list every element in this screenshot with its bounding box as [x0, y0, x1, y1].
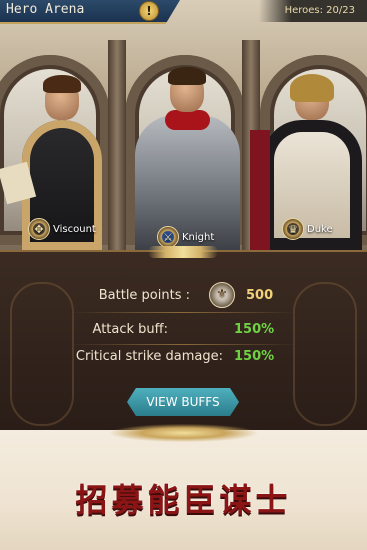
shield-icon: ⚔ — [157, 226, 179, 248]
attack-buff-row: Attack buff: 150% — [0, 318, 367, 340]
battle-points-value: 500 — [246, 287, 274, 303]
hero-name: Duke — [307, 223, 333, 235]
duke-cape — [250, 130, 270, 250]
crest-icon: ✥ — [28, 218, 50, 240]
battle-points-icon: ⚜ — [209, 282, 235, 308]
info-icon[interactable]: ! — [139, 1, 159, 21]
hero-scene: ✥ Viscount ⚔ Knight ♛ Duke — [0, 0, 367, 250]
duke-hair — [290, 74, 334, 102]
hero-name: Viscount — [53, 223, 96, 235]
battle-points-row: Battle points : 500 — [0, 284, 367, 306]
view-buffs-button[interactable]: VIEW BUFFS — [127, 388, 239, 416]
banner-ornament — [110, 424, 257, 442]
badge-viscount[interactable]: ✥ Viscount — [28, 218, 96, 240]
critical-strike-label: Critical strike damage: — [75, 348, 223, 364]
viscount-hair — [43, 75, 81, 93]
stats-panel: Battle points : 500 ⚜ Attack buff: 150% … — [0, 246, 367, 432]
heroes-counter: Heroes: 20/23 — [258, 0, 367, 22]
hero-name: Knight — [182, 231, 215, 243]
crown-icon: ♛ — [282, 218, 304, 240]
attack-buff-value: 150% — [234, 321, 275, 337]
page-title: Hero Arena — [6, 2, 85, 17]
heroes-label: Heroes: — [284, 5, 323, 16]
knight-collar — [165, 110, 210, 130]
title-bar: Hero Arena ! — [0, 0, 180, 24]
badge-duke[interactable]: ♛ Duke — [282, 218, 333, 240]
badge-knight[interactable]: ⚔ Knight — [157, 226, 214, 248]
heroes-count: 20/23 — [326, 5, 355, 16]
hero-knight[interactable] — [125, 60, 250, 250]
critical-strike-row: Critical strike damage: 150% — [0, 345, 367, 367]
attack-buff-label: Attack buff: — [92, 321, 168, 337]
panel-crest — [148, 246, 218, 258]
critical-strike-value: 150% — [234, 348, 275, 364]
promo-banner: 招募能臣谋士 — [0, 424, 367, 550]
battle-points-label: Battle points : — [98, 287, 190, 303]
divider — [70, 312, 297, 313]
knight-hair — [168, 67, 206, 85]
promo-slogan: 招募能臣谋士 — [75, 481, 292, 519]
